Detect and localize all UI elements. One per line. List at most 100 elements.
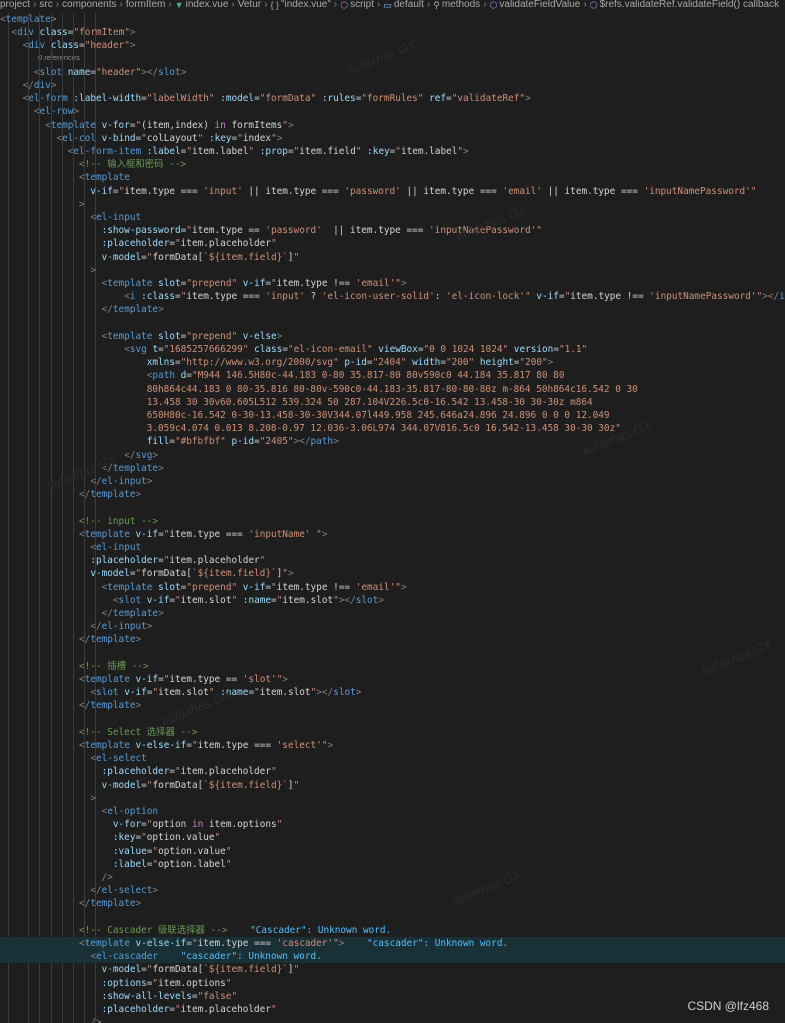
breadcrumb-item[interactable]: components: [62, 0, 116, 10]
code-editor[interactable]: 0 references <template> <div class="form…: [0, 13, 785, 1023]
code-line[interactable]: <template>: [0, 13, 785, 26]
breadcrumb-item[interactable]: "index.vue": [281, 0, 331, 10]
breadcrumb-item[interactable]: src: [39, 0, 52, 10]
breadcrumb-item[interactable]: project: [0, 0, 30, 10]
code-line[interactable]: [0, 647, 785, 660]
code-line[interactable]: <el-col v-bind="colLayout" :key="index">: [0, 132, 785, 145]
code-line[interactable]: </template>: [0, 488, 785, 501]
code-token: slot: [158, 330, 181, 342]
code-line[interactable]: <slot v-if="item.slot" :name="item.slot"…: [0, 594, 785, 607]
code-line[interactable]: <template v-if="item.type === 'inputName…: [0, 528, 785, 541]
code-token: el-form: [28, 93, 68, 105]
code-line[interactable]: <el-form-item :label="item.label" :prop=…: [0, 145, 785, 158]
code-line[interactable]: <slot v-if="item.slot" :name="item.slot"…: [0, 686, 785, 699]
code-line[interactable]: <el-select: [0, 752, 785, 765]
code-line[interactable]: </el-input>: [0, 475, 785, 488]
code-line[interactable]: fill="#bfbfbf" p-id="2405"></path>: [0, 435, 785, 448]
code-line[interactable]: v-for="option in item.options": [0, 818, 785, 831]
code-line[interactable]: <template slot="prepend" v-else>: [0, 330, 785, 343]
code-line[interactable]: <template v-for="(item,index) in formIte…: [0, 119, 785, 132]
code-line[interactable]: [0, 713, 785, 726]
code-line[interactable]: <!-- 输入框和密码 -->: [0, 158, 785, 171]
code-line[interactable]: >: [0, 264, 785, 277]
code-line[interactable]: <path d="M944 146.5H80c-44.183 0-80 35.8…: [0, 369, 785, 382]
code-line[interactable]: <!-- Cascader 级联选择器 --> "Cascader": Unkn…: [0, 924, 785, 937]
code-line[interactable]: v-model="formData[`${item.field}`]": [0, 779, 785, 792]
code-token: 'inputNamePassword': [429, 225, 537, 237]
code-line[interactable]: :show-all-levels="false": [0, 990, 785, 1003]
breadcrumb-item[interactable]: validateFieldValue: [499, 0, 580, 10]
code-line[interactable]: />: [0, 871, 785, 884]
code-line[interactable]: </template>: [0, 633, 785, 646]
code-line[interactable]: </div>: [0, 79, 785, 92]
code-line[interactable]: </template>: [0, 897, 785, 910]
code-line[interactable]: <el-form :label-width="labelWidth" :mode…: [0, 92, 785, 105]
code-line[interactable]: <template slot="prepend" v-if="item.type…: [0, 581, 785, 594]
code-token: :label: [112, 858, 147, 870]
code-token: v-if: [90, 185, 113, 197]
code-line[interactable]: <template v-if="item.type == 'slot'">: [0, 673, 785, 686]
code-line[interactable]: <!-- Select 选择器 -->: [0, 726, 785, 739]
code-line[interactable]: </template>: [0, 462, 785, 475]
code-token: />: [101, 872, 113, 883]
code-line[interactable]: <el-input: [0, 211, 785, 224]
code-line[interactable]: v-if="item.type === 'input' || item.type…: [0, 185, 785, 198]
code-line[interactable]: <el-row>: [0, 105, 785, 118]
code-line[interactable]: >: [0, 198, 785, 211]
code-line[interactable]: [0, 911, 785, 924]
code-line[interactable]: <template v-else-if="item.type === 'sele…: [0, 739, 785, 752]
code-line[interactable]: :options="item.options": [0, 977, 785, 990]
code-line[interactable]: <div class="header">: [0, 39, 785, 52]
code-line[interactable]: <template v-else-if="item.type === 'casc…: [0, 937, 785, 951]
breadcrumb-item[interactable]: $refs.validateRef.validateField() callba…: [600, 0, 780, 10]
code-line[interactable]: 3.059c4.074 0.013 8.208-0.97 12.036-3.06…: [0, 422, 785, 435]
code-line[interactable]: <!-- input -->: [0, 515, 785, 528]
code-line[interactable]: <i :class="item.type === 'input' ? 'el-i…: [0, 290, 785, 303]
code-line[interactable]: v-model="formData[`${item.field}`]": [0, 963, 785, 976]
code-line[interactable]: [0, 317, 785, 330]
code-line[interactable]: <slot name="header"></slot>: [0, 66, 785, 79]
breadcrumb-item[interactable]: index.vue: [186, 0, 229, 10]
code-line[interactable]: <template slot="prepend" v-if="item.type…: [0, 277, 785, 290]
code-line[interactable]: <svg t="1685257666299" class="el-icon-em…: [0, 343, 785, 356]
code-line[interactable]: <div class="formItem">: [0, 26, 785, 39]
code-line[interactable]: </template>: [0, 699, 785, 712]
code-line[interactable]: xmlns="http://www.w3.org/2000/svg" p-id=…: [0, 356, 785, 369]
breadcrumb-item[interactable]: default: [394, 0, 424, 10]
code-line[interactable]: <el-option: [0, 805, 785, 818]
code-line[interactable]: :placeholder="item.placeholder": [0, 765, 785, 778]
code-line[interactable]: :key="option.value": [0, 831, 785, 844]
code-token: v-for: [112, 819, 142, 831]
code-token: :show-all-levels: [101, 990, 192, 1002]
code-line[interactable]: <template: [0, 171, 785, 184]
code-line[interactable]: 80h864c44.183 0 80-35.816 80-80v-590c0-4…: [0, 383, 785, 396]
code-line[interactable]: </el-select>: [0, 884, 785, 897]
code-token: template: [112, 608, 159, 619]
code-line[interactable]: 13.458 30 30v60.605L512 539.324 50 287.1…: [0, 396, 785, 409]
code-line[interactable]: </svg>: [0, 449, 785, 462]
code-line[interactable]: </template>: [0, 607, 785, 620]
code-line[interactable]: v-model="formData[`${item.field}`]": [0, 251, 785, 264]
code-line[interactable]: </template>: [0, 303, 785, 316]
code-line[interactable]: :value="option.value": [0, 845, 785, 858]
breadcrumb-item[interactable]: methods: [442, 0, 480, 10]
code-line[interactable]: <el-input: [0, 541, 785, 554]
code-line[interactable]: 650H80c-16.542 0-30-13.458-30-30V344.07l…: [0, 409, 785, 422]
code-line[interactable]: :placeholder="item.placeholder": [0, 1003, 785, 1016]
code-line[interactable]: :placeholder="item.placeholder": [0, 237, 785, 250]
code-line[interactable]: v-model="formData[`${item.field}`]">: [0, 567, 785, 580]
breadcrumb-item[interactable]: script: [350, 0, 374, 10]
code-line[interactable]: </el-input>: [0, 620, 785, 633]
code-line[interactable]: :placeholder="item.placeholder": [0, 554, 785, 567]
breadcrumb-item[interactable]: Vetur: [238, 0, 261, 10]
code-line[interactable]: >: [0, 792, 785, 805]
code-token: :show-password: [101, 225, 181, 237]
code-line[interactable]: :show-password="item.type == 'password' …: [0, 224, 785, 237]
breadcrumb-item[interactable]: formItem: [126, 0, 165, 10]
code-line[interactable]: [0, 501, 785, 514]
code-line[interactable]: />: [0, 1016, 785, 1023]
code-line[interactable]: :label="option.label": [0, 858, 785, 871]
code-line[interactable]: <!-- 插槽 -->: [0, 660, 785, 673]
code-line[interactable]: <el-cascader "cascader": Unknown word.: [0, 950, 785, 964]
